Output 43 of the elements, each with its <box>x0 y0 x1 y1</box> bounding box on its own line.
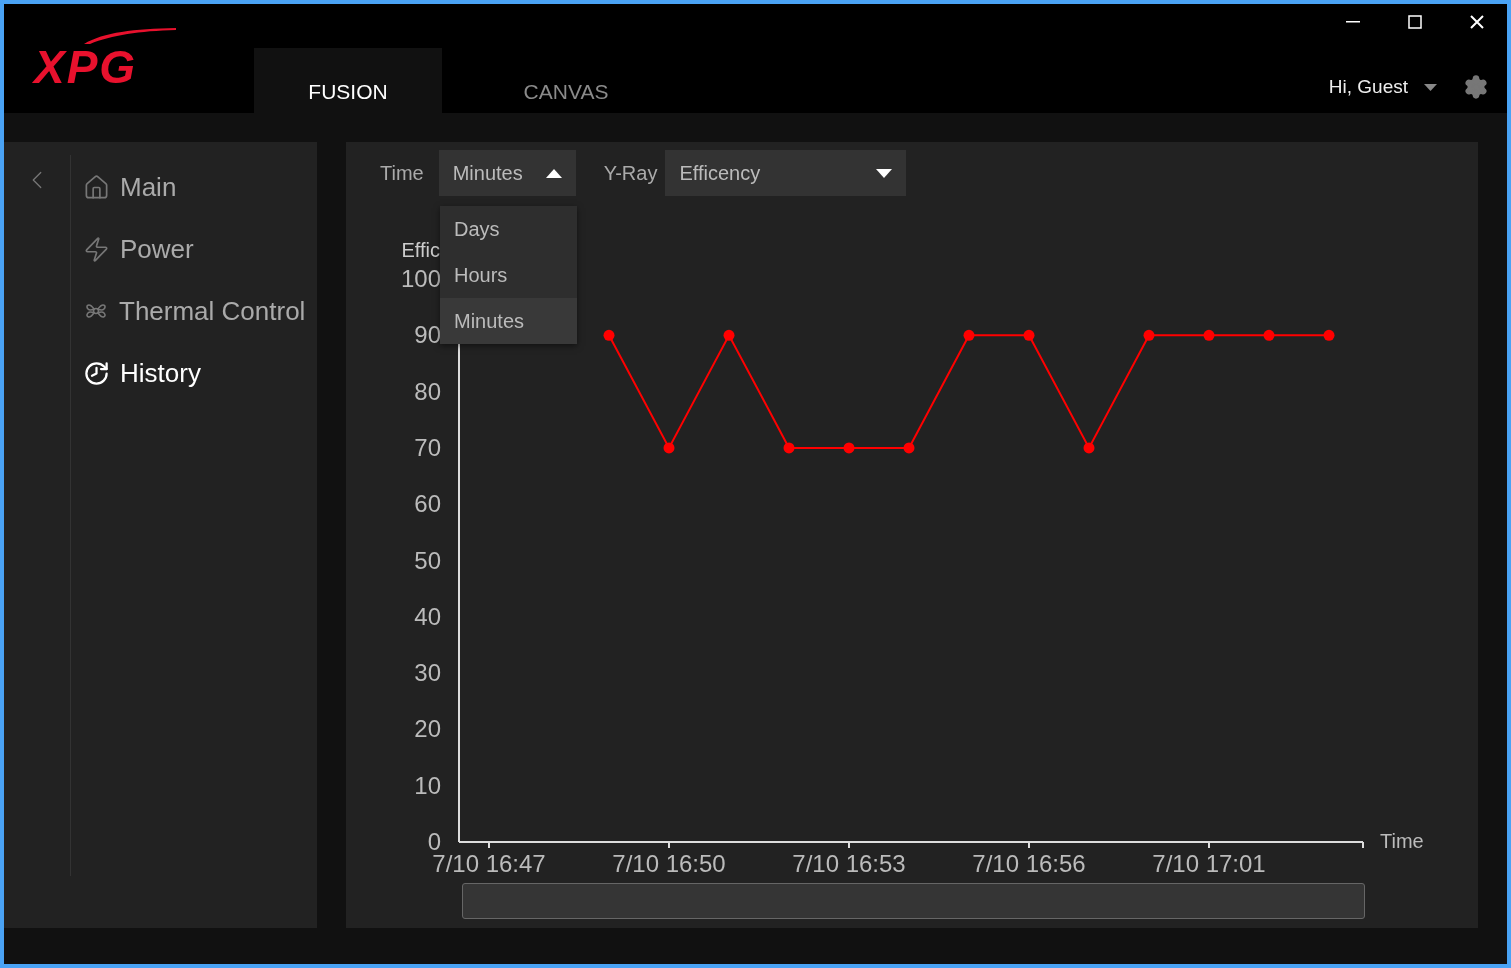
close-icon <box>1470 15 1484 29</box>
caret-icon <box>876 168 893 178</box>
menu-item[interactable]: Days <box>440 206 577 252</box>
caret-icon <box>545 168 562 178</box>
settings-icon[interactable] <box>1463 74 1489 100</box>
x-tick-label: 7/10 16:53 <box>792 850 906 877</box>
swoosh-icon <box>84 28 176 44</box>
lightning-icon <box>83 235 110 263</box>
logo: XPG <box>34 44 138 90</box>
y-tick-label: 90 <box>414 321 441 349</box>
clock-arrow-icon <box>83 359 110 387</box>
time-dropdown[interactable]: Minutes <box>438 150 576 196</box>
field-label: Y-Ray <box>603 161 658 185</box>
y-tick-label: 30 <box>414 659 441 687</box>
x-tick-label: 7/10 16:56 <box>972 850 1086 877</box>
sidebar-item[interactable]: Thermal Control <box>83 290 306 332</box>
axis-title: Effic <box>401 239 440 261</box>
x-tick-label: 7/10 17:01 <box>1152 850 1266 877</box>
y-axis-dropdown[interactable]: Efficency <box>665 150 907 196</box>
sidebar-item[interactable]: Power <box>83 228 306 270</box>
sidebar-item[interactable]: Main <box>83 166 306 208</box>
y-tick-label: 50 <box>414 546 441 574</box>
y-tick-label: 10 <box>414 771 441 799</box>
range-scrollbar[interactable] <box>462 883 1365 919</box>
y-tick-label: 60 <box>414 490 441 518</box>
nav-tab[interactable]: CANVAS <box>472 48 660 113</box>
field-label: Time <box>380 161 424 185</box>
menu-item[interactable]: Minutes <box>440 298 577 344</box>
house-icon <box>83 173 110 201</box>
minimize-icon <box>1346 21 1360 23</box>
nav-tab[interactable]: FUSION <box>254 48 442 113</box>
x-tick-label: 7/10 16:50 <box>612 850 726 877</box>
maximize-icon <box>1408 15 1422 29</box>
user-greeting[interactable]: Hi, Guest <box>1328 76 1408 98</box>
caret-icon[interactable] <box>1424 83 1437 91</box>
y-tick-label: 20 <box>414 715 441 743</box>
menu-item[interactable]: Hours <box>440 252 577 298</box>
y-tick-label: 70 <box>414 433 441 461</box>
sidebar-item[interactable]: History <box>83 352 306 394</box>
axis-title: Time <box>1380 830 1424 852</box>
y-tick-label: 80 <box>414 377 441 405</box>
y-tick-label: 40 <box>414 602 441 630</box>
y-tick-label: 100 <box>400 265 441 292</box>
